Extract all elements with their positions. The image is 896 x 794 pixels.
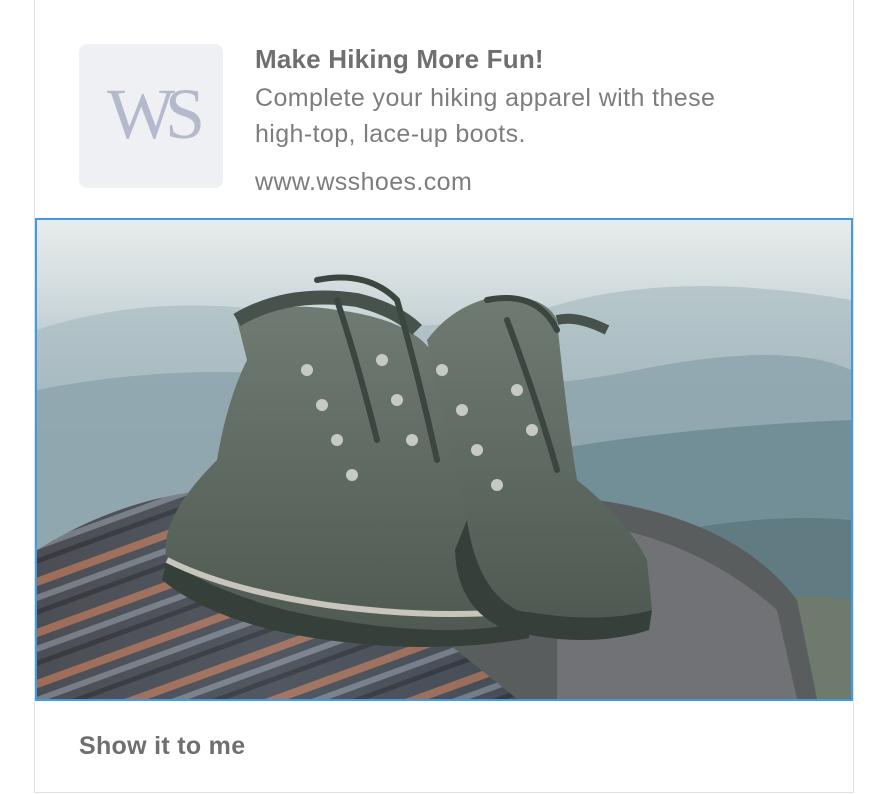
show-it-to-me-button[interactable]: Show it to me xyxy=(79,728,245,764)
ad-description: Complete your hiking apparel with these … xyxy=(255,80,825,152)
svg-text:WS: WS xyxy=(107,76,201,154)
ad-description-line: Complete your hiking apparel with these xyxy=(255,84,716,112)
ad-title[interactable]: Make Hiking More Fun! xyxy=(255,40,825,78)
ad-header: WS Make Hiking More Fun! Complete your h… xyxy=(35,0,853,216)
ad-url[interactable]: www.wsshoes.com xyxy=(255,164,825,200)
ad-text-block: Make Hiking More Fun! Complete your hiki… xyxy=(255,40,825,200)
ad-description-line: high-top, lace-up boots. xyxy=(255,120,526,148)
hiking-boots-photo xyxy=(37,220,851,699)
ws-logo-icon: WS xyxy=(107,76,206,154)
brand-logo: WS xyxy=(79,44,223,188)
ad-card: WS Make Hiking More Fun! Complete your h… xyxy=(34,0,854,793)
ad-image[interactable] xyxy=(35,218,853,701)
